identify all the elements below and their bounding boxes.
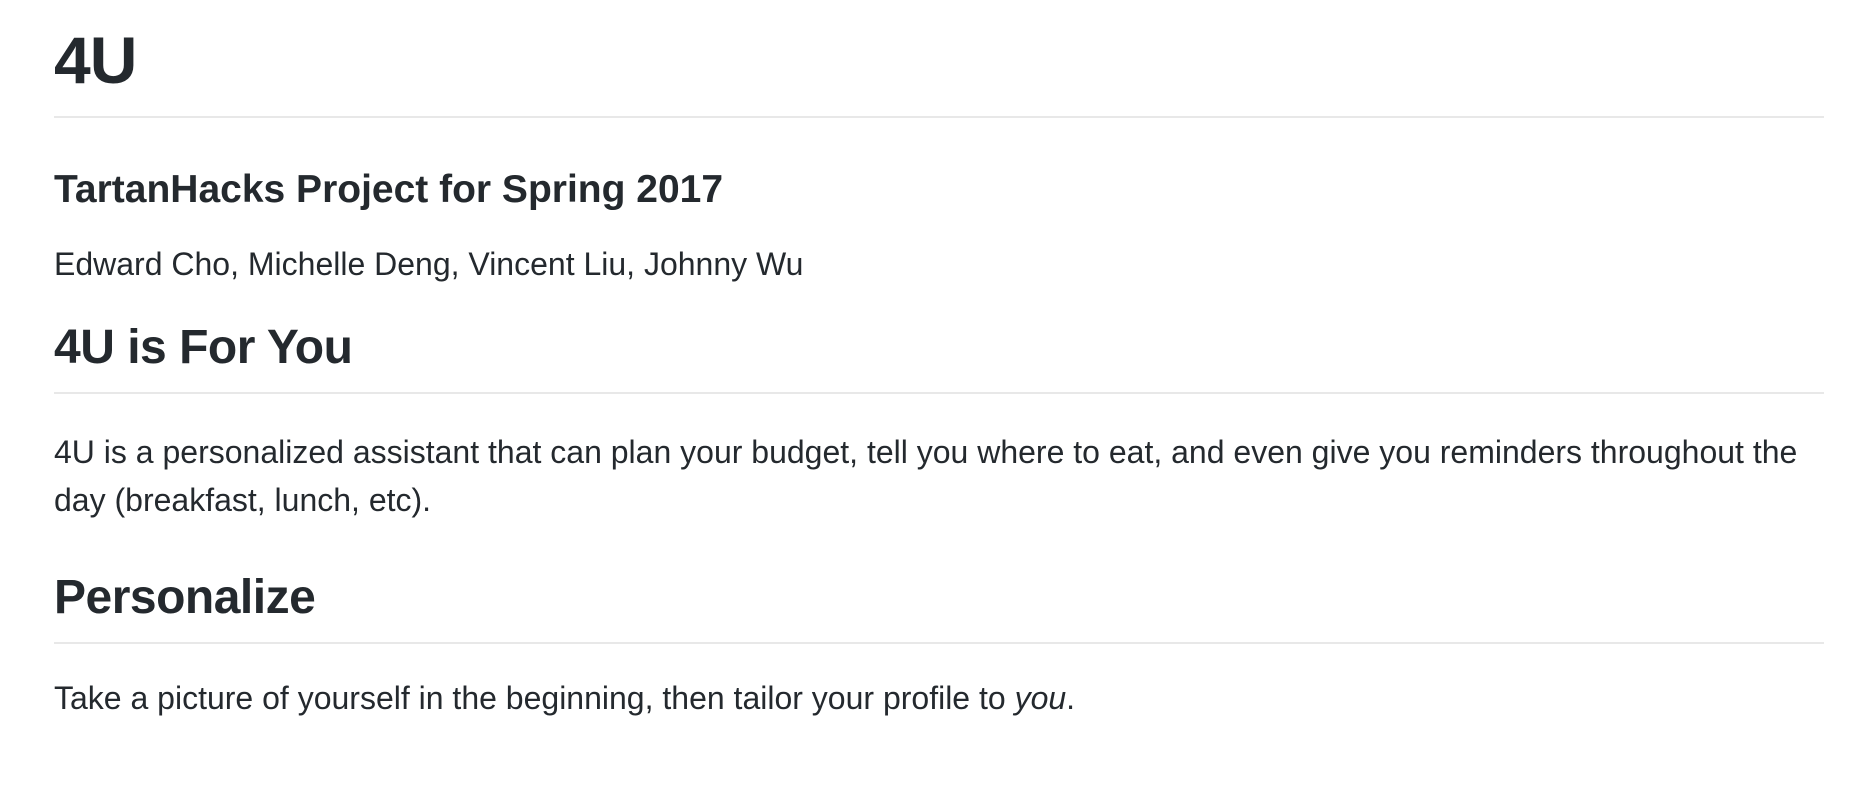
section-text-personalize: Take a picture of yourself in the beginn… (54, 674, 1824, 722)
section-text-for-you: 4U is a personalized assistant that can … (54, 434, 1798, 518)
title-divider (54, 116, 1824, 118)
section-divider-for-you (54, 392, 1824, 394)
page-title: 4U (54, 23, 137, 97)
section-heading-for-you: 4U is For You (54, 321, 353, 374)
personalize-text-start: Take a picture of yourself in the beginn… (54, 680, 1015, 716)
authors-line: Edward Cho, Michelle Deng, Vincent Liu, … (54, 246, 804, 282)
section-divider-personalize (54, 642, 1824, 644)
personalize-text-end: . (1066, 680, 1076, 716)
section-heading-personalize: Personalize (54, 571, 316, 624)
personalize-text-emphasis: you (1014, 680, 1067, 716)
project-subtitle: TartanHacks Project for Spring 2017 (54, 168, 724, 211)
readme-content: 4U TartanHacks Project for Spring 2017 E… (54, 0, 1824, 722)
